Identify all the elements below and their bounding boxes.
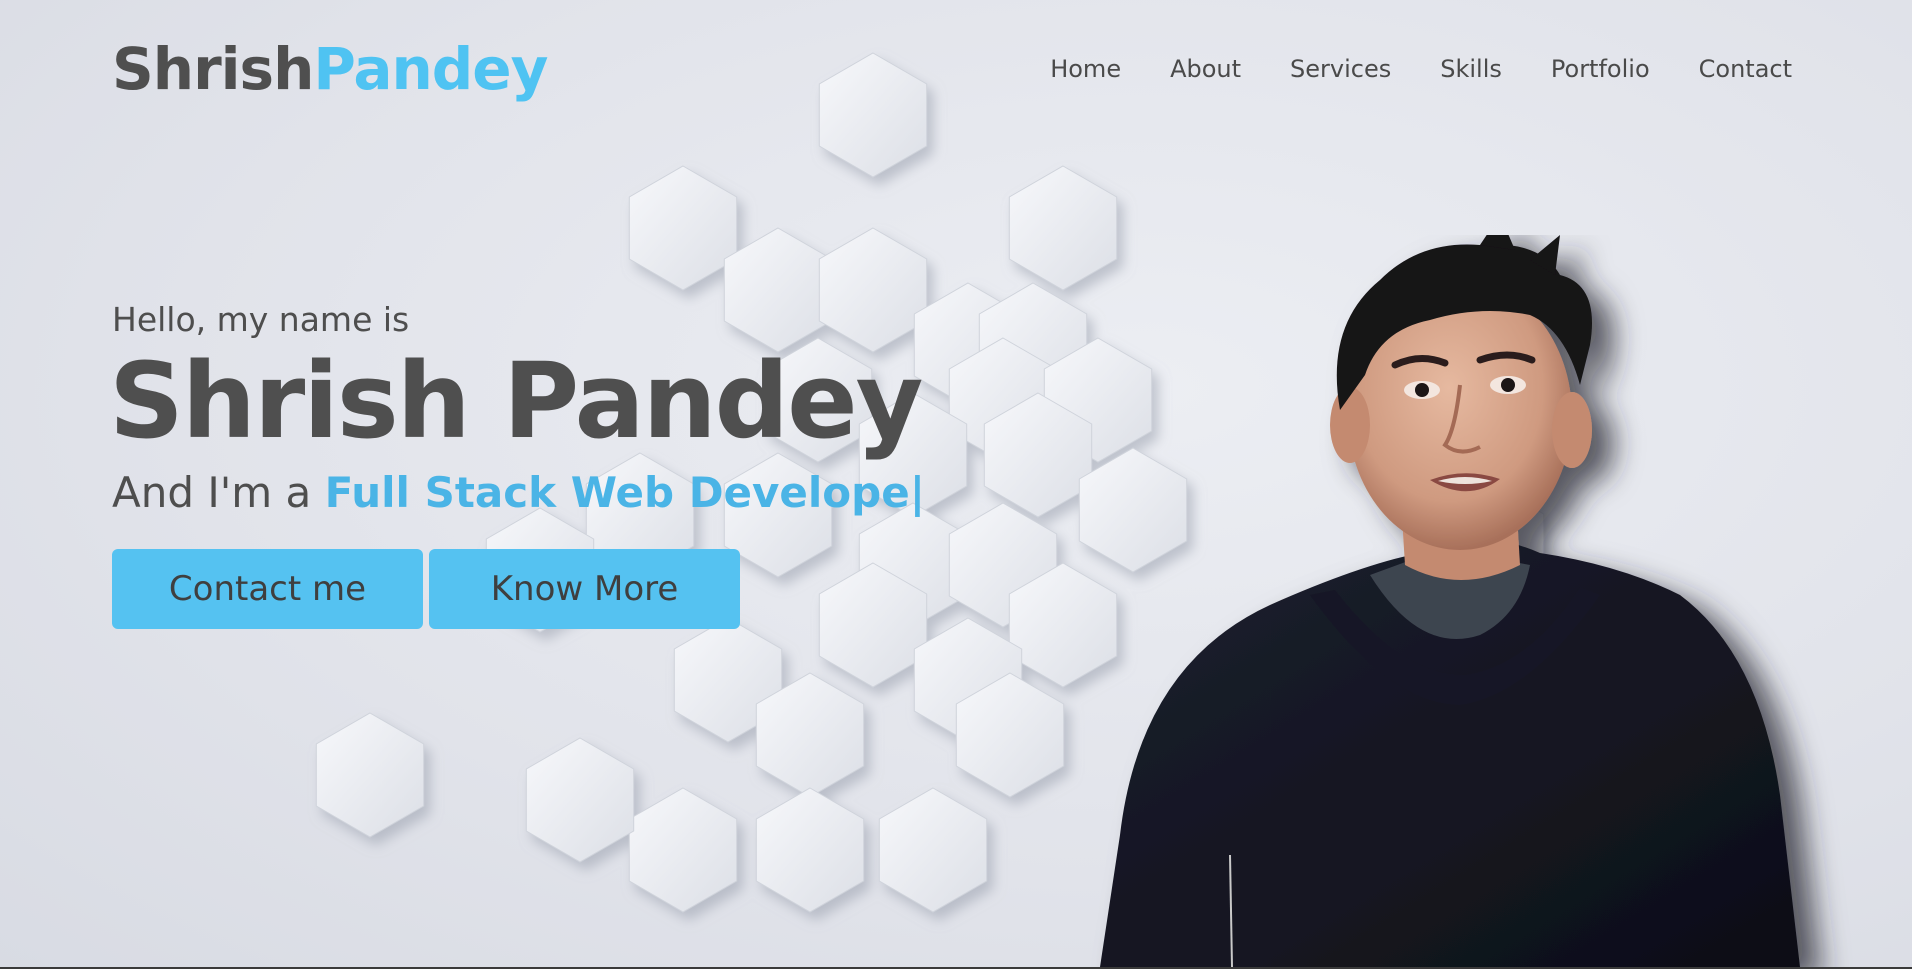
hexagon-tile bbox=[878, 787, 988, 913]
logo-last-name: Pandey bbox=[313, 35, 548, 103]
hexagon-tile bbox=[525, 737, 635, 863]
hero-intro: Hello, my name is Shrish Pandey And I'm … bbox=[109, 300, 925, 630]
hero-buttons: Contact me Know More bbox=[112, 549, 925, 630]
hexagon-tile bbox=[628, 165, 738, 291]
nav-services[interactable]: Services bbox=[1290, 55, 1391, 83]
nav-skills[interactable]: Skills bbox=[1440, 55, 1502, 83]
greeting-text: Hello, my name is bbox=[112, 300, 410, 339]
contact-me-button[interactable]: Contact me bbox=[112, 549, 423, 630]
logo-first-name: Shrish bbox=[112, 35, 314, 103]
nav-home[interactable]: Home bbox=[1050, 55, 1121, 83]
navbar: ShrishPandey Home About Services Skills … bbox=[112, 32, 1792, 106]
hexagon-tile bbox=[315, 712, 425, 838]
typed-role: Full Stack Web Develope bbox=[324, 468, 910, 518]
site-logo[interactable]: ShrishPandey bbox=[112, 35, 548, 103]
nav-portfolio[interactable]: Portfolio bbox=[1551, 55, 1650, 83]
nav-contact[interactable]: Contact bbox=[1699, 55, 1792, 83]
nav-about[interactable]: About bbox=[1170, 55, 1241, 83]
know-more-button[interactable]: Know More bbox=[429, 549, 740, 630]
nav-menu: Home About Services Skills Portfolio Con… bbox=[1050, 55, 1792, 83]
role-line: And I'm a Full Stack Web Develope| bbox=[112, 468, 925, 517]
typing-cursor: | bbox=[909, 468, 926, 518]
role-prefix: And I'm a bbox=[112, 468, 325, 518]
hero-section: ShrishPandey Home About Services Skills … bbox=[0, 0, 1912, 969]
profile-photo bbox=[1100, 235, 1800, 967]
hexagon-tile bbox=[628, 787, 738, 913]
hexagon-tile bbox=[755, 787, 865, 913]
hero-name: Shrish Pandey bbox=[109, 340, 923, 462]
